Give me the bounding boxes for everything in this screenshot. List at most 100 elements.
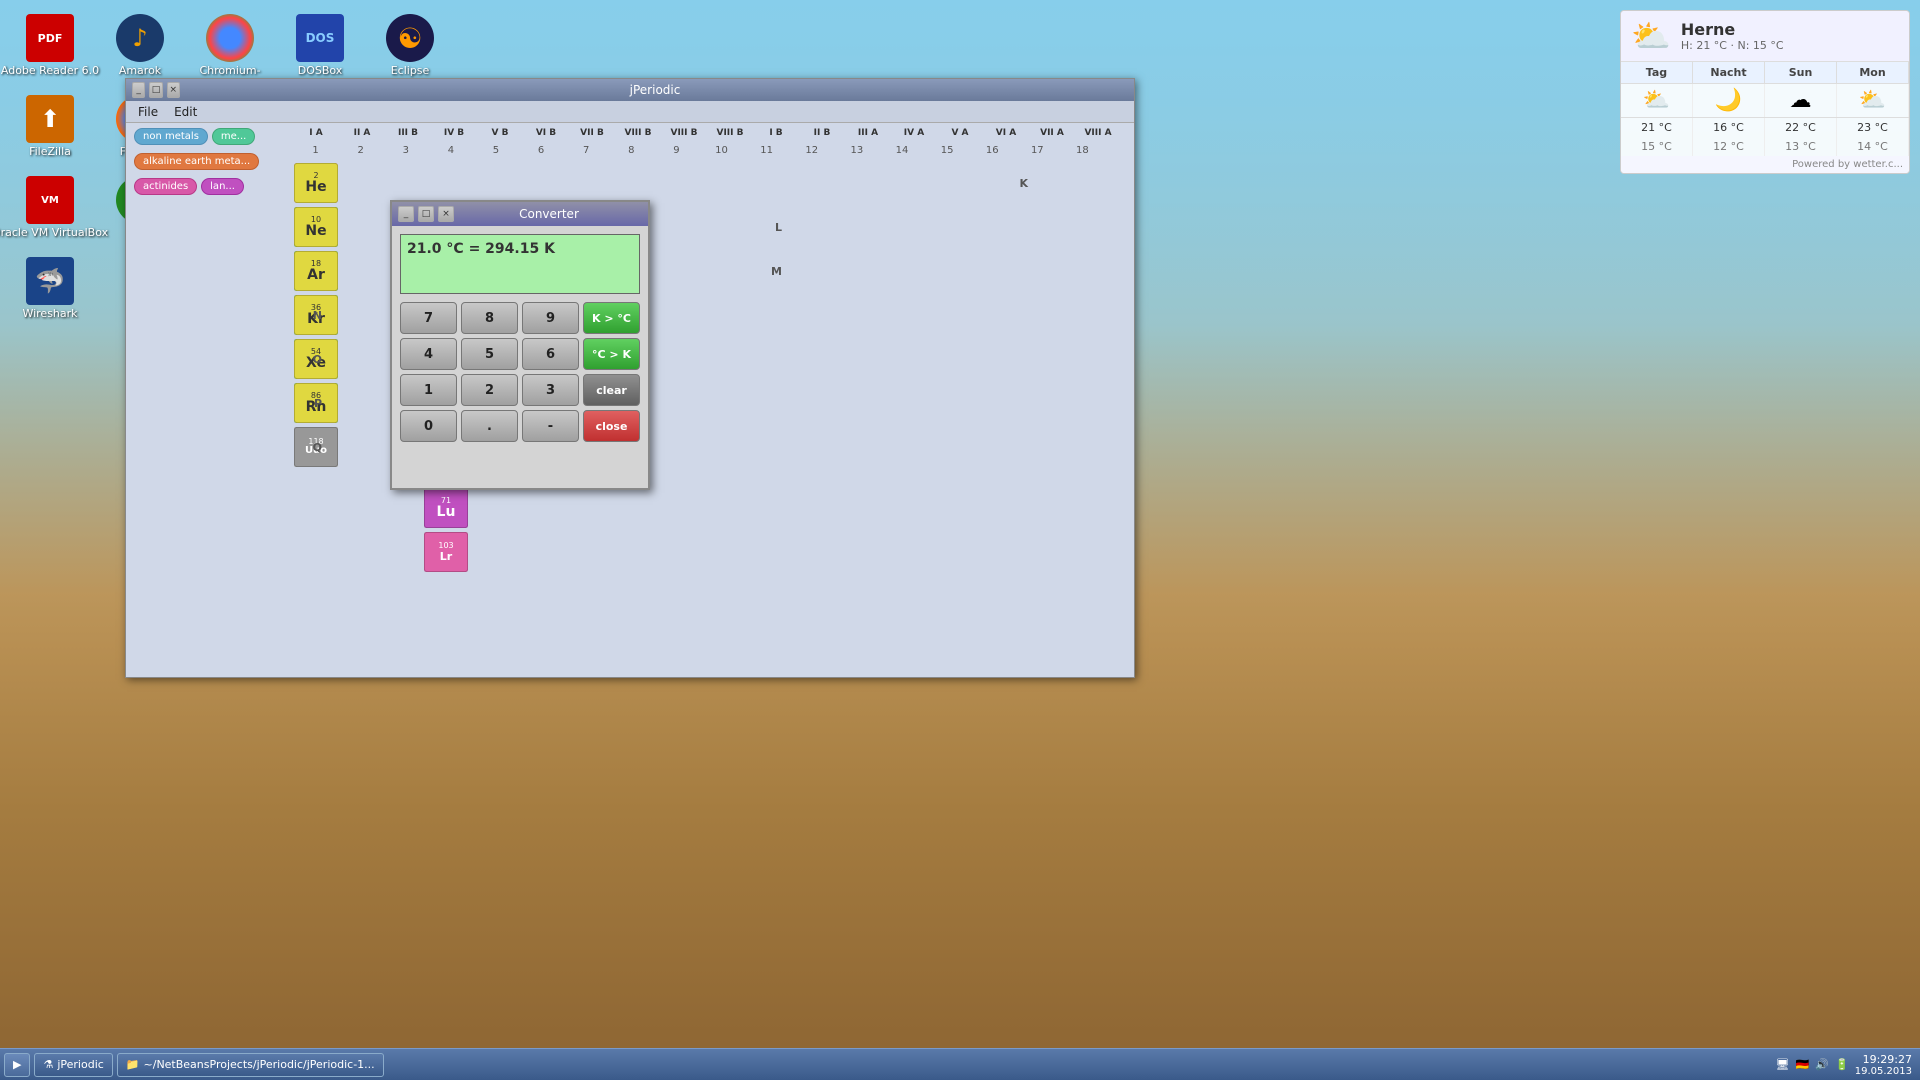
- period-label-2: L: [775, 221, 782, 234]
- clock-time: 19:29:27: [1863, 1053, 1912, 1066]
- btn-clear[interactable]: clear: [583, 374, 640, 406]
- col-num-8: 8: [610, 145, 653, 161]
- weather-low-1: 12 °C: [1693, 137, 1765, 156]
- weather-low-2: 13 °C: [1765, 137, 1837, 156]
- netbeans-app-label: ~/NetBeansProjects/jPeriodic/jPeriodic-1…: [144, 1058, 375, 1071]
- jperiodic-app-icon: ⚗: [43, 1058, 53, 1071]
- tag-metalloids[interactable]: me...: [212, 128, 255, 145]
- tag-alkaline[interactable]: alkaline earth meta...: [134, 153, 259, 170]
- weather-low-temps: 15 °C 12 °C 13 °C 14 °C: [1621, 137, 1909, 156]
- oracle-icon: VM: [26, 176, 74, 224]
- btn-9[interactable]: 9: [522, 302, 579, 334]
- converter-title: Converter: [454, 207, 644, 221]
- period-label-3: M: [771, 265, 782, 278]
- col-num-15: 15: [926, 145, 969, 161]
- weather-icon-2: ☁: [1765, 84, 1837, 117]
- period-label-4: N: [313, 309, 322, 322]
- converter-buttons: 7 8 9 K > °C 4 5 6 °C > K 1 2 3 clear 0 …: [392, 302, 648, 450]
- taskbar-app-jperiodic[interactable]: ⚗ jPeriodic: [34, 1053, 112, 1077]
- taskbar-app-netbeans[interactable]: 📁 ~/NetBeansProjects/jPeriodic/jPeriodic…: [117, 1053, 384, 1077]
- menu-edit[interactable]: Edit: [166, 103, 205, 121]
- desktop: PDF Adobe Reader 6.0 ♪ Amarok Chromium- …: [0, 0, 1920, 1080]
- desktop-icon-oracle[interactable]: VM Oracle VM VirtualBox: [10, 172, 90, 243]
- weather-icon-1: 🌙: [1693, 84, 1765, 117]
- weather-high-0: 21 °C: [1621, 118, 1693, 137]
- btn-k-to-c[interactable]: K > °C: [583, 302, 640, 334]
- amarok-icon: ♪: [116, 14, 164, 62]
- tag-actinides[interactable]: actinides: [134, 178, 197, 195]
- menu-file[interactable]: File: [130, 103, 166, 121]
- weather-high-temps: 21 °C 16 °C 22 °C 23 °C: [1621, 118, 1909, 137]
- period-label-6: P: [314, 397, 322, 410]
- chromium-icon: [206, 14, 254, 62]
- maximize-button[interactable]: □: [149, 82, 162, 98]
- col-num-17: 17: [1016, 145, 1059, 161]
- col-header-iiia: III A: [846, 128, 890, 146]
- btn-dot[interactable]: .: [461, 410, 518, 442]
- element-Lr[interactable]: 103Lr: [424, 532, 468, 572]
- col-num-4: 4: [429, 145, 472, 161]
- btn-8[interactable]: 8: [461, 302, 518, 334]
- converter-window: _ □ × Converter 21.0 °C = 294.15 K 7 8 9…: [390, 200, 650, 490]
- element-He[interactable]: 2 He: [294, 163, 338, 203]
- weather-widget: ⛅ Herne H: 21 °C · N: 15 °C Tag Nacht Su…: [1620, 10, 1910, 174]
- close-button[interactable]: ×: [167, 82, 180, 98]
- jperiodic-menubar: File Edit: [126, 101, 1134, 123]
- btn-5[interactable]: 5: [461, 338, 518, 370]
- tray-power-icon: 🔋: [1835, 1058, 1849, 1071]
- col-num-13: 13: [835, 145, 878, 161]
- weather-icon-0: ⛅: [1621, 84, 1693, 117]
- btn-4[interactable]: 4: [400, 338, 457, 370]
- btn-1[interactable]: 1: [400, 374, 457, 406]
- desktop-icon-adobe[interactable]: PDF Adobe Reader 6.0: [10, 10, 90, 81]
- desktop-icon-filezilla[interactable]: ⬆ FileZilla: [10, 91, 90, 162]
- btn-close[interactable]: close: [583, 410, 640, 442]
- amarok-label: Amarok: [119, 64, 161, 77]
- col-header-viia: VII A: [1030, 128, 1074, 146]
- minimize-button[interactable]: _: [132, 82, 145, 98]
- desktop-icon-eclipse[interactable]: ☯ Eclipse: [370, 10, 450, 81]
- menu-icon: ▶: [13, 1058, 21, 1071]
- btn-2[interactable]: 2: [461, 374, 518, 406]
- desktop-icon-dosbox[interactable]: DOS DOSBox: [280, 10, 360, 81]
- btn-3[interactable]: 3: [522, 374, 579, 406]
- weather-days-row: Tag Nacht Sun Mon: [1621, 62, 1909, 84]
- col-num-1: 1: [294, 145, 337, 161]
- period-label-7: Q: [313, 441, 322, 454]
- jperiodic-app-label: jPeriodic: [57, 1058, 103, 1071]
- converter-close[interactable]: ×: [438, 206, 454, 222]
- weather-header: ⛅ Herne H: 21 °C · N: 15 °C: [1621, 11, 1909, 62]
- taskbar-menu-button[interactable]: ▶: [4, 1053, 30, 1077]
- element-Ar[interactable]: 18Ar: [294, 251, 338, 291]
- col-header-viiia: VIII A: [1076, 128, 1120, 146]
- weather-icon-3: ⛅: [1837, 84, 1909, 117]
- period-label-1: K: [1019, 177, 1028, 190]
- tag-lanthanides[interactable]: lan...: [201, 178, 244, 195]
- weather-current-icon: ⛅: [1631, 17, 1671, 55]
- btn-c-to-k[interactable]: °C > K: [583, 338, 640, 370]
- btn-6[interactable]: 6: [522, 338, 579, 370]
- col-header-ib: I B: [754, 128, 798, 146]
- col-num-10: 10: [700, 145, 743, 161]
- btn-neg[interactable]: -: [522, 410, 579, 442]
- col-header-ia: I A: [294, 128, 338, 146]
- wireshark-icon: 🦈: [26, 257, 74, 305]
- btn-0[interactable]: 0: [400, 410, 457, 442]
- weather-icons-row: ⛅ 🌙 ☁ ⛅: [1621, 84, 1909, 118]
- col-num-2: 2: [339, 145, 382, 161]
- col-header-viiib1: VIII B: [616, 128, 660, 146]
- adobe-icon: PDF: [26, 14, 74, 62]
- desktop-icon-chromium[interactable]: Chromium-: [190, 10, 270, 81]
- col-num-14: 14: [880, 145, 923, 161]
- element-Ne[interactable]: 10 Ne: [294, 207, 338, 247]
- converter-minimize[interactable]: _: [398, 206, 414, 222]
- desktop-icon-wireshark[interactable]: 🦈 Wireshark: [10, 253, 90, 324]
- converter-maximize[interactable]: □: [418, 206, 434, 222]
- dosbox-label: DOSBox: [298, 64, 343, 77]
- element-Lu[interactable]: 71Lu: [424, 488, 468, 528]
- col-header-viiib2: VIII B: [662, 128, 706, 146]
- btn-7[interactable]: 7: [400, 302, 457, 334]
- desktop-icon-amarok[interactable]: ♪ Amarok: [100, 10, 180, 81]
- tag-non-metals[interactable]: non metals: [134, 128, 208, 145]
- col-num-18: 18: [1061, 145, 1104, 161]
